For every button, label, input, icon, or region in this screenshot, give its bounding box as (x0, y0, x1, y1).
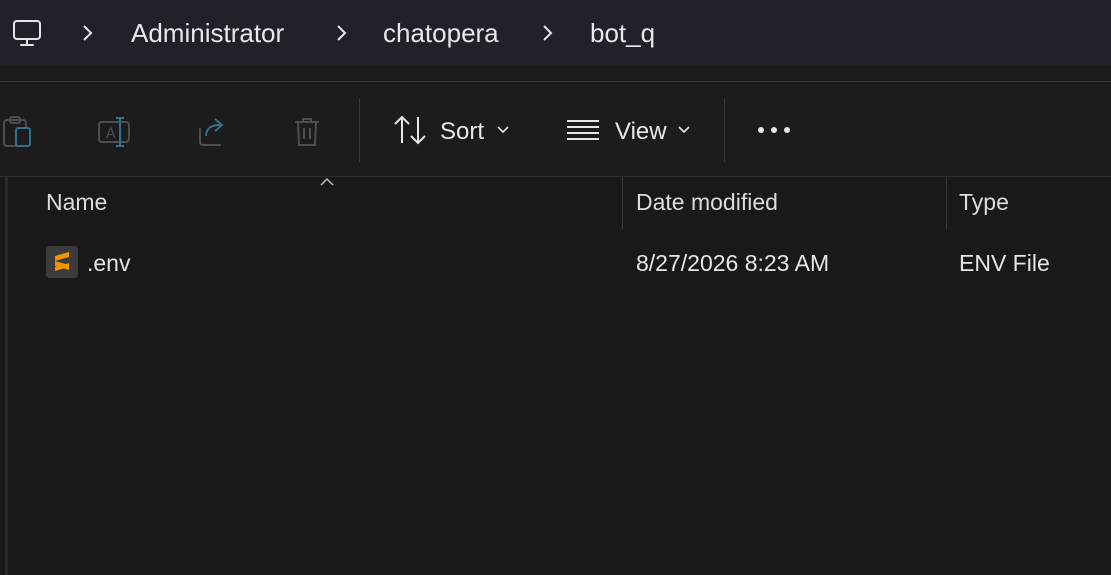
breadcrumb-administrator[interactable]: Administrator (131, 17, 284, 49)
file-date-modified: 8/27/2026 8:23 AM (636, 250, 830, 276)
view-label: View (615, 118, 667, 145)
address-bar-separator (0, 66, 1111, 82)
file-type: ENV File (959, 250, 1050, 276)
sort-button[interactable]: Sort (390, 106, 520, 154)
more-icon[interactable] (756, 122, 792, 138)
column-header-date-modified[interactable]: Date modified (636, 189, 778, 216)
rename-icon[interactable]: A (97, 114, 133, 150)
toolbar-divider (359, 98, 360, 162)
sort-label: Sort (440, 118, 485, 145)
view-icon (567, 120, 599, 140)
chevron-right-icon[interactable] (334, 24, 348, 42)
chevron-down-icon (497, 126, 509, 134)
address-bar[interactable]: Administrator chatopera bot_q (0, 0, 1111, 66)
svg-text:A: A (106, 126, 116, 142)
column-header-name[interactable]: Name (46, 189, 107, 216)
this-pc-icon[interactable] (12, 18, 42, 48)
column-divider[interactable] (946, 177, 947, 229)
sort-icon (394, 115, 426, 145)
breadcrumb-chatopera[interactable]: chatopera (383, 17, 499, 49)
sublime-text-file-icon (46, 246, 78, 278)
file-explorer-window: Administrator chatopera bot_q A Sort Vie… (0, 0, 1111, 575)
file-row[interactable]: .env 8/27/2026 8:23 AM ENV File (30, 237, 1111, 293)
command-toolbar: A Sort View (0, 82, 1111, 177)
file-name: .env (87, 250, 131, 276)
column-divider[interactable] (622, 177, 623, 229)
breadcrumb-bot-q[interactable]: bot_q (590, 17, 655, 49)
share-icon[interactable] (194, 114, 230, 150)
paste-icon[interactable] (0, 114, 36, 150)
chevron-right-icon[interactable] (540, 24, 554, 42)
file-list: Name Date modified Type .env 8/27/2026 8… (0, 177, 1111, 575)
view-button[interactable]: View (566, 106, 696, 154)
column-header-type[interactable]: Type (959, 189, 1009, 216)
chevron-right-icon[interactable] (80, 24, 94, 42)
toolbar-divider (724, 98, 725, 162)
sort-ascending-icon (320, 177, 334, 186)
navigation-pane-edge[interactable] (5, 177, 8, 575)
delete-icon[interactable] (289, 114, 325, 150)
chevron-down-icon (678, 126, 690, 134)
